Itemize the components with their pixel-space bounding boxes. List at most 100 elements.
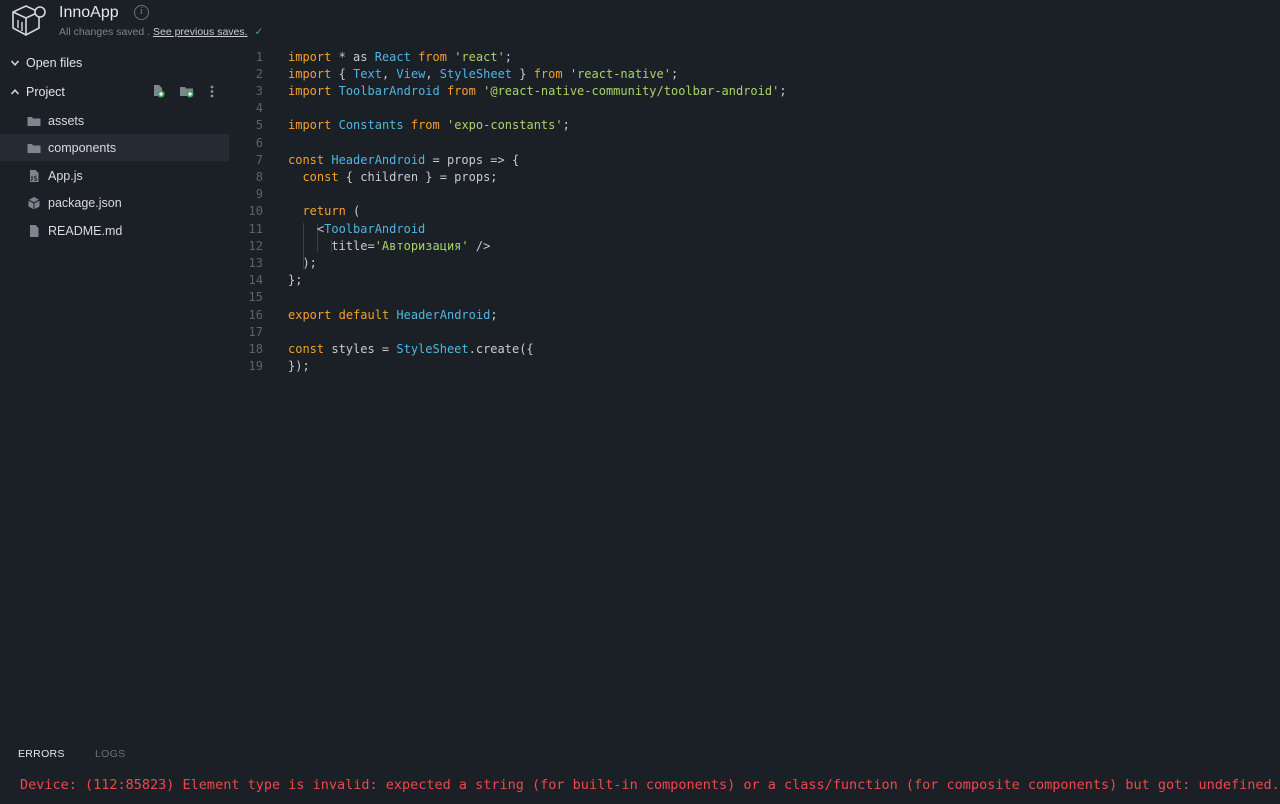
- code-text[interactable]: import Constants from 'expo-constants';: [288, 117, 570, 134]
- tab-errors[interactable]: ERRORS: [18, 748, 65, 760]
- code-text[interactable]: const HeaderAndroid = props => {: [288, 152, 519, 169]
- code-token: Text: [353, 66, 382, 81]
- code-token: '@react-native-community/toolbar-android…: [483, 83, 780, 98]
- code-token: HeaderAndroid: [396, 307, 491, 322]
- code-token: ;: [490, 307, 498, 322]
- code-token: ;: [504, 49, 513, 64]
- code-token: const: [302, 169, 339, 184]
- line-number: 17: [248, 324, 263, 339]
- app-logo-icon: [12, 5, 46, 36]
- tab-logs[interactable]: LOGS: [95, 748, 125, 760]
- code-token: HeaderAndroid: [331, 152, 426, 167]
- code-token: };: [288, 273, 303, 288]
- chevron-up-icon: [10, 89, 20, 95]
- project-section-toggle[interactable]: Project: [0, 81, 229, 103]
- line-number: 4: [255, 101, 263, 116]
- code-token: import: [288, 83, 332, 98]
- code-token: 'react-native': [569, 66, 671, 81]
- info-icon[interactable]: i: [134, 5, 149, 20]
- more-options-icon[interactable]: [209, 84, 215, 98]
- line-number: 11: [248, 221, 263, 236]
- sidebar-item-assets[interactable]: assets: [0, 107, 229, 134]
- sidebar-item-components[interactable]: components: [0, 134, 229, 161]
- save-status-text: All changes saved .: [59, 26, 151, 38]
- chevron-down-icon: [10, 60, 20, 66]
- sidebar-item-label: App.js: [48, 168, 83, 183]
- code-token: title=: [288, 238, 375, 253]
- code-token: ,: [381, 66, 397, 81]
- sidebar-item-package-json[interactable]: package.json: [0, 189, 229, 216]
- code-token: 'expo-constants': [447, 118, 563, 133]
- sidebar-item-readme[interactable]: README.md: [0, 217, 229, 244]
- code-text[interactable]: );: [288, 255, 316, 272]
- line-number: 16: [248, 307, 263, 322]
- code-token: = props => {: [425, 152, 520, 167]
- folder-icon: [27, 116, 41, 126]
- code-text[interactable]: const styles = StyleSheet.create({: [288, 341, 534, 358]
- app-name[interactable]: InnoApp: [59, 4, 119, 22]
- open-files-label: Open files: [26, 56, 83, 70]
- code-editor[interactable]: 1 import * as React from 'react'; 2 import …: [229, 46, 1280, 734]
- code-token: <: [288, 221, 325, 236]
- code-token: (: [345, 204, 361, 219]
- code-text[interactable]: import * as React from 'react';: [288, 49, 512, 66]
- project-label: Project: [26, 85, 65, 99]
- save-status: All changes saved . See previous saves. …: [59, 26, 263, 38]
- new-file-icon[interactable]: [151, 84, 165, 98]
- code-text[interactable]: import { Text, View, StyleSheet } from '…: [288, 66, 678, 83]
- new-folder-icon[interactable]: [179, 84, 195, 98]
- line-number: 5: [255, 118, 263, 133]
- code-token: from: [446, 83, 476, 98]
- saved-check-icon: ✓: [254, 26, 264, 38]
- code-token: default: [338, 307, 390, 322]
- line-number: 6: [255, 135, 263, 150]
- code-token: ToolbarAndroid: [338, 83, 440, 98]
- code-text[interactable]: };: [288, 272, 302, 289]
- folder-icon: [27, 143, 41, 153]
- line-number: 12: [248, 238, 263, 253]
- code-token: import: [288, 118, 332, 133]
- code-token: View: [396, 66, 426, 81]
- file-explorer-sidebar: Open files Project assets components App…: [0, 46, 229, 734]
- code-token: ToolbarAndroid: [324, 221, 426, 236]
- sidebar-item-label: package.json: [48, 195, 122, 210]
- code-token: import: [288, 66, 332, 81]
- line-number: 19: [248, 359, 263, 374]
- see-previous-saves-link[interactable]: See previous saves.: [153, 26, 248, 38]
- code-text[interactable]: <ToolbarAndroid: [288, 221, 425, 238]
- top-header: InnoApp i All changes saved . See previo…: [0, 0, 1280, 46]
- line-number: 9: [255, 187, 263, 202]
- open-files-section-toggle[interactable]: Open files: [0, 52, 229, 74]
- line-number: 1: [255, 49, 263, 64]
- line-number: 18: [248, 341, 263, 356]
- code-text[interactable]: title='Авторизация' />: [288, 238, 490, 255]
- code-text[interactable]: return (: [288, 203, 360, 220]
- code-text[interactable]: const { children } = props;: [288, 169, 497, 186]
- bottom-panel: ERRORS LOGS Device: (112:85823) Element …: [0, 734, 1280, 804]
- code-token: return: [302, 204, 346, 219]
- code-text[interactable]: export default HeaderAndroid;: [288, 307, 498, 324]
- code-text[interactable]: });: [288, 358, 310, 375]
- code-token: Constants: [338, 118, 404, 133]
- code-token: .create({: [468, 341, 534, 356]
- code-text[interactable]: import ToolbarAndroid from '@react-nativ…: [288, 83, 787, 100]
- code-token: 'Авторизация': [374, 238, 469, 253]
- project-actions: [151, 84, 215, 98]
- error-message: Device: (112:85823) Element type is inva…: [20, 777, 1280, 793]
- code-token: from: [533, 66, 563, 81]
- code-token: StyleSheet: [396, 341, 469, 356]
- code-token: const: [288, 152, 325, 167]
- code-token: React: [374, 49, 411, 64]
- sidebar-item-app-js[interactable]: App.js: [0, 162, 229, 189]
- code-token: import: [288, 49, 332, 64]
- line-number: 10: [248, 204, 263, 219]
- code-token: />: [468, 238, 491, 253]
- code-token: from: [410, 118, 440, 133]
